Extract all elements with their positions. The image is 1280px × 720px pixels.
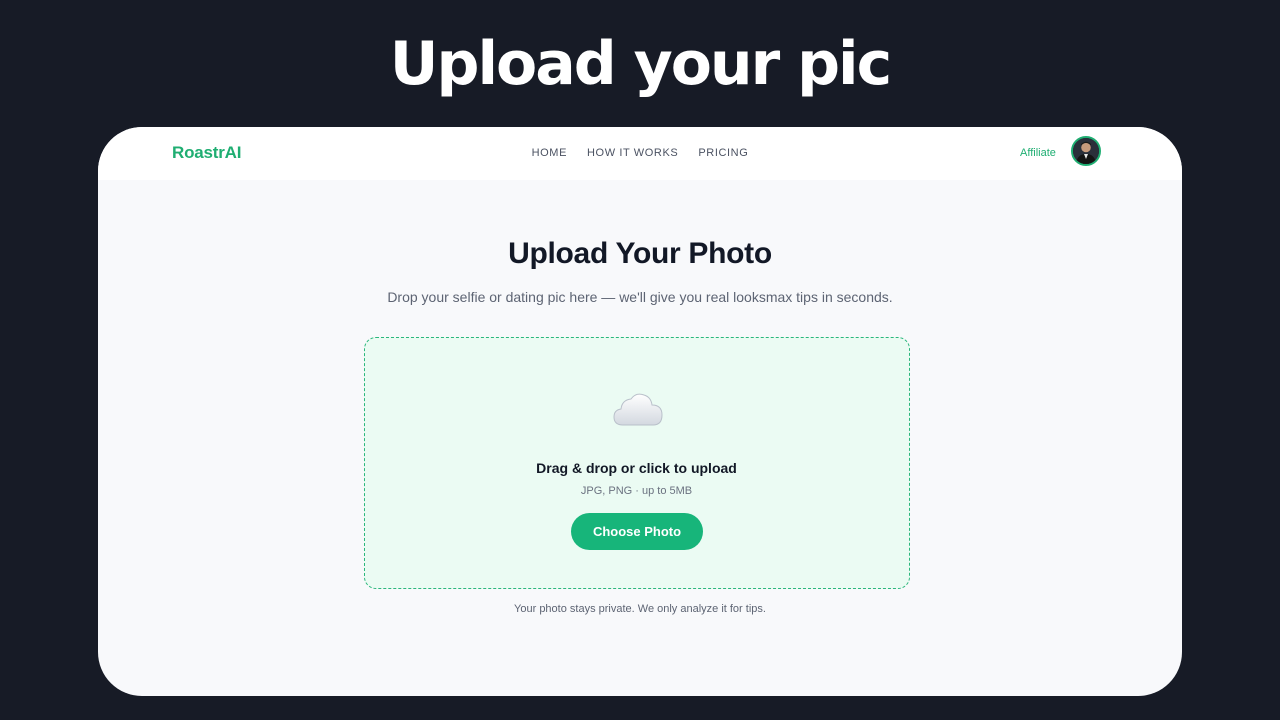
cloud-icon (613, 393, 663, 426)
upload-dropzone[interactable]: Drag & drop or click to upload JPG, PNG … (364, 337, 910, 589)
page-title: Upload Your Photo (508, 237, 772, 270)
nav-link-pricing[interactable]: PRICING (698, 147, 748, 159)
nav-link-how-it-works[interactable]: HOW IT WORKS (587, 147, 678, 159)
nav-link-home[interactable]: HOME (532, 147, 567, 159)
page-subtitle: Drop your selfie or dating pic here — we… (387, 289, 893, 305)
privacy-note: Your photo stays private. We only analyz… (514, 603, 766, 615)
choose-photo-button[interactable]: Choose Photo (571, 513, 703, 550)
navbar: RoastrAI HOME HOW IT WORKS PRICING Affil… (98, 127, 1182, 180)
dropzone-title: Drag & drop or click to upload (536, 460, 737, 476)
affiliate-link[interactable]: Affiliate (1020, 147, 1056, 159)
dropzone-hint: JPG, PNG · up to 5MB (580, 485, 693, 497)
avatar[interactable] (1071, 136, 1101, 166)
user-avatar-icon (1073, 138, 1099, 164)
hero-title: Upload your pic (389, 29, 892, 99)
app-window: RoastrAI HOME HOW IT WORKS PRICING Affil… (98, 127, 1182, 696)
